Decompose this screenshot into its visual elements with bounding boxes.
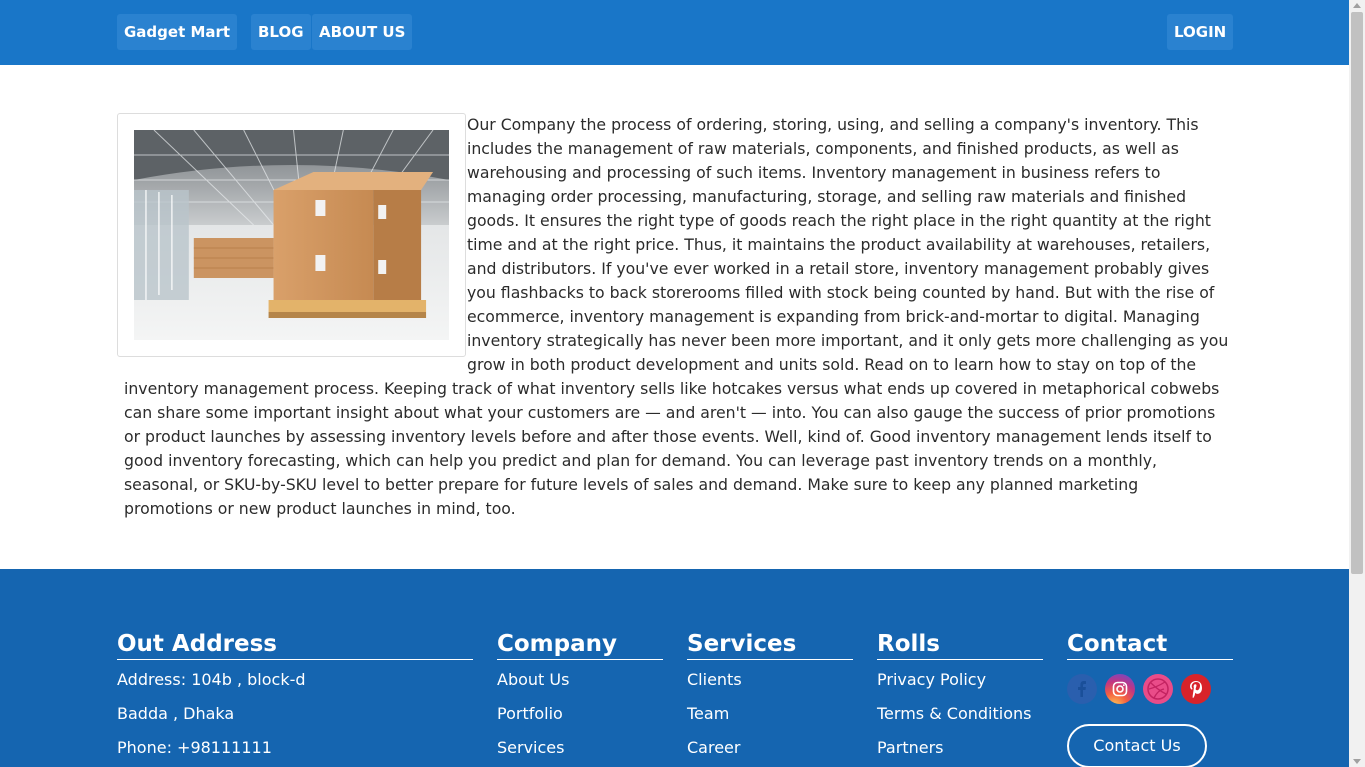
scroll-up-arrow-icon[interactable]	[1353, 3, 1361, 8]
footer-link-team[interactable]: Team	[687, 697, 853, 731]
footer-services-column: Services Clients Team Career	[687, 631, 853, 765]
footer-link-partners[interactable]: Partners	[877, 731, 1043, 765]
social-icons	[1067, 674, 1233, 704]
footer-services-title: Services	[687, 631, 853, 660]
article-image-frame	[117, 113, 466, 357]
footer-rolls-title: Rolls	[877, 631, 1043, 660]
nav-blog-link[interactable]: BLOG	[251, 14, 311, 50]
footer-contact-title: Contact	[1067, 631, 1233, 660]
footer-link-services[interactable]: Services	[497, 731, 663, 765]
footer-link-about-us[interactable]: About Us	[497, 663, 663, 697]
footer-company-column: Company About Us Portfolio Services	[497, 631, 663, 765]
nav-about-link[interactable]: ABOUT US	[312, 14, 413, 50]
footer-contact-column: Contact Contact Us	[1067, 631, 1233, 767]
dribbble-icon[interactable]	[1143, 674, 1173, 704]
facebook-icon[interactable]	[1067, 674, 1097, 704]
brand-link[interactable]: Gadget Mart	[117, 14, 238, 50]
footer-link-privacy-policy[interactable]: Privacy Policy	[877, 663, 1043, 697]
instagram-icon[interactable]	[1105, 674, 1135, 704]
main-content: Our Company the process of ordering, sto…	[117, 113, 1229, 521]
warehouse-image	[134, 130, 449, 340]
footer-link-career[interactable]: Career	[687, 731, 853, 765]
footer-address-column: Out Address Address: 104b , block-d Badd…	[117, 631, 473, 765]
footer-link-portfolio[interactable]: Portfolio	[497, 697, 663, 731]
vertical-scrollbar[interactable]	[1349, 0, 1365, 767]
login-button[interactable]: LOGIN	[1167, 14, 1234, 50]
footer-rolls-column: Rolls Privacy Policy Terms & Conditions …	[877, 631, 1043, 765]
address-line: Address: 104b , block-d	[117, 670, 306, 689]
contact-us-button[interactable]: Contact Us	[1067, 724, 1207, 767]
navbar: Gadget Mart BLOG ABOUT US LOGIN	[0, 0, 1349, 65]
scroll-down-arrow-icon[interactable]	[1353, 759, 1361, 764]
address-city: Badda , Dhaka	[117, 704, 235, 723]
footer-link-terms[interactable]: Terms & Conditions	[877, 697, 1043, 731]
address-phone: Phone: +98111111	[117, 738, 272, 757]
footer-company-title: Company	[497, 631, 663, 660]
footer-address-title: Out Address	[117, 631, 473, 660]
scrollbar-thumb[interactable]	[1351, 12, 1363, 574]
footer: Out Address Address: 104b , block-d Badd…	[0, 569, 1349, 767]
pinterest-icon[interactable]	[1181, 674, 1211, 704]
footer-link-clients[interactable]: Clients	[687, 663, 853, 697]
